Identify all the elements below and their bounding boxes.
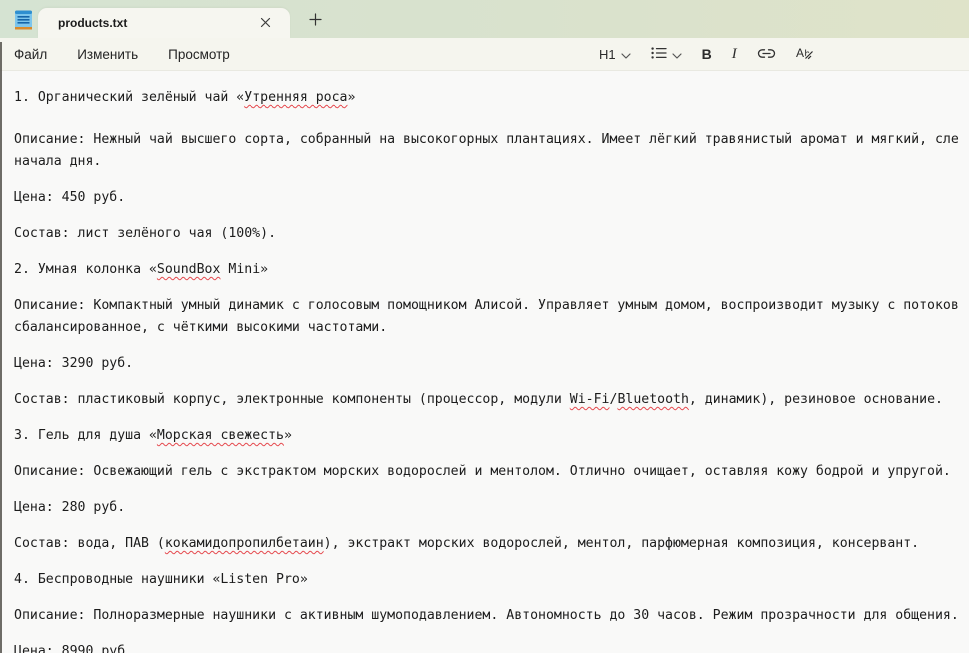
bulleted-list-icon	[651, 47, 667, 62]
editor-line[interactable]: Описание: Полноразмерные наушники с акти…	[14, 605, 969, 627]
editor-line[interactable]: начала дня.	[14, 151, 969, 173]
tab-close-button[interactable]	[254, 12, 276, 34]
editor-line[interactable]: 4. Беспроводные наушники «Listen Pro»	[14, 569, 969, 591]
chevron-down-icon	[672, 47, 682, 62]
misspelled-word: Утренняя роса	[244, 90, 347, 105]
list-style-dropdown[interactable]	[644, 42, 689, 67]
editor-line[interactable]: Описание: Освежающий гель с экстрактом м…	[14, 461, 969, 483]
editor-line[interactable]: Цена: 450 руб.	[14, 187, 969, 209]
text-segment: 2. Умная колонка «	[14, 262, 157, 277]
plus-icon	[309, 13, 322, 29]
editor-line[interactable]: 2. Умная колонка «SoundBox Mini»	[14, 259, 969, 281]
editor-line[interactable]: сбалансированное, с чёткими высокими час…	[14, 317, 969, 339]
editor-line[interactable]: Описание: Нежный чай высшего сорта, собр…	[14, 129, 969, 151]
text-segment: Mini»	[220, 262, 268, 277]
text-segment: Цена: 3290 руб.	[14, 356, 133, 371]
tab-title: products.txt	[58, 16, 127, 30]
link-icon	[757, 47, 776, 62]
text-editor[interactable]: 1. Органический зелёный чай «Утренняя ро…	[0, 71, 969, 653]
text-segment: Состав: вода, ПАВ (	[14, 536, 165, 551]
editor-line[interactable]: 3. Гель для душа «Морская свежесть»	[14, 425, 969, 447]
formatting-toolbar: H1 B I	[592, 38, 821, 70]
editor-line[interactable]: Цена: 3290 руб.	[14, 353, 969, 375]
window-left-edge	[0, 42, 2, 653]
editor-line[interactable]: Состав: пластиковый корпус, электронные …	[14, 389, 969, 411]
heading-style-dropdown[interactable]: H1	[592, 42, 638, 67]
text-segment: , динамик), резиновое основание.	[689, 392, 943, 407]
clear-formatting-button[interactable]: A b	[789, 40, 821, 68]
text-segment: »	[284, 428, 292, 443]
misspelled-word: Wi-Fi	[570, 392, 610, 407]
text-segment: Описание: Нежный чай высшего сорта, собр…	[14, 132, 959, 147]
editor-line[interactable]: Состав: лист зелёного чая (100%).	[14, 223, 969, 245]
new-tab-button[interactable]	[300, 8, 330, 34]
text-segment: Состав: лист зелёного чая (100%).	[14, 226, 276, 241]
heading-style-label: H1	[599, 47, 616, 62]
menu-view[interactable]: Просмотр	[159, 42, 239, 67]
misspelled-word: SoundBox	[157, 262, 221, 277]
tab-products-txt[interactable]: products.txt	[38, 8, 290, 38]
misspelled-word: Bluetooth	[617, 392, 688, 407]
text-segment: Цена: 450 руб.	[14, 190, 125, 205]
misspelled-word: Морская свежесть	[157, 428, 284, 443]
text-segment: Описание: Компактный умный динамик с гол…	[14, 298, 959, 313]
clear-formatting-icon: A b	[796, 45, 814, 63]
insert-link-button[interactable]	[750, 42, 783, 67]
menu-file[interactable]: Файл	[5, 42, 56, 67]
text-segment: начала дня.	[14, 154, 101, 169]
text-segment: Цена: 280 руб.	[14, 500, 125, 515]
close-icon	[260, 16, 271, 31]
editor-line[interactable]: Описание: Компактный умный динамик с гол…	[14, 295, 969, 317]
text-segment: Описание: Полноразмерные наушники с акти…	[14, 608, 959, 623]
text-segment: Состав: пластиковый корпус, электронные …	[14, 392, 570, 407]
editor-line[interactable]: Состав: вода, ПАВ (кокамидопропилбетаин)…	[14, 533, 969, 555]
italic-button[interactable]: I	[725, 41, 744, 68]
text-segment: 3. Гель для душа «	[14, 428, 157, 443]
text-segment: Цена: 8990 руб.	[14, 644, 133, 653]
text-segment: 1. Органический зелёный чай «	[14, 90, 244, 105]
menu-edit[interactable]: Изменить	[68, 42, 147, 67]
text-segment: 4. Беспроводные наушники «Listen Pro»	[14, 572, 308, 587]
text-segment: ), экстракт морских водорослей, ментол, …	[324, 536, 919, 551]
misspelled-word: кокамидопропилбетаин	[165, 536, 324, 551]
editor-line[interactable]: Цена: 8990 руб.	[14, 641, 969, 653]
text-segment: Описание: Освежающий гель с экстрактом м…	[14, 464, 951, 479]
menu-bar: Файл Изменить Просмотр H1 B I	[0, 38, 969, 71]
bold-button[interactable]: B	[695, 41, 719, 67]
notepad-app-icon	[14, 9, 33, 31]
editor-line[interactable]: 1. Органический зелёный чай «Утренняя ро…	[14, 87, 969, 115]
text-segment: сбалансированное, с чёткими высокими час…	[14, 320, 387, 335]
tab-bar: products.txt	[0, 0, 969, 38]
chevron-down-icon	[621, 47, 631, 62]
text-segment: »	[347, 90, 355, 105]
editor-line[interactable]: Цена: 280 руб.	[14, 497, 969, 519]
svg-text:A: A	[796, 46, 804, 60]
